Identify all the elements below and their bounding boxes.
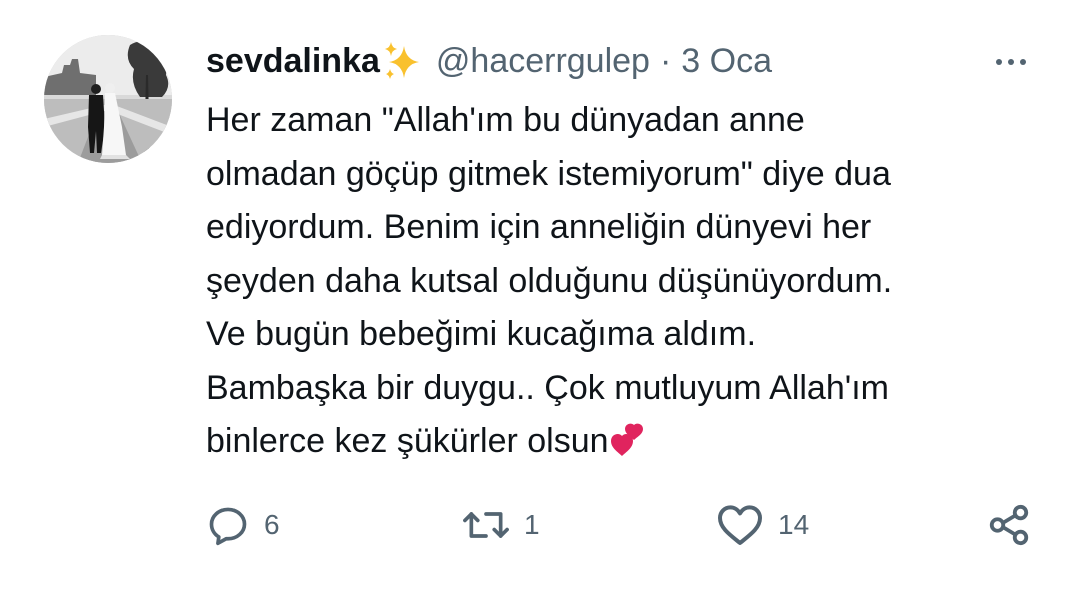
like-count: 14: [778, 509, 810, 540]
heart-icon: [718, 505, 762, 545]
more-icon-dot: [996, 59, 1002, 65]
separator-dot: ·: [659, 42, 672, 80]
tweet-text-line: şeyden daha kutsal olduğunu düşünüyordum…: [206, 261, 893, 300]
more-icon-dot: [1020, 59, 1026, 65]
tweet-text-line: olmadan göçüp gitmek istemiyorum" diye d…: [206, 154, 891, 193]
sparkles-icon: [384, 42, 419, 79]
tweet-text-line-last: binlerce kez şükürler olsun: [206, 415, 1046, 469]
tweet-text-line: Bambaşka bir duygu.. Çok mutluyum Allah'…: [206, 368, 890, 407]
two-hearts-icon: [610, 423, 643, 456]
more-options-button[interactable]: [988, 50, 1034, 74]
reply-icon: [209, 507, 247, 546]
tweet-text-line: binlerce kez şükürler olsun: [206, 422, 609, 460]
like-button[interactable]: 14: [716, 500, 809, 550]
tweet-text-line: ediyordum. Benim için anneliğin dünyevi …: [206, 208, 872, 246]
reply-button[interactable]: 6: [206, 500, 280, 550]
display-name[interactable]: sevdalinka: [206, 38, 380, 84]
more-icon-dot: [1008, 59, 1014, 65]
reply-count: 6: [264, 509, 280, 540]
retweet-button[interactable]: 1: [462, 500, 540, 550]
tweet-header: sevdalinka @hacerrgulep · 3 Oca: [206, 38, 772, 84]
retweet-icon: [463, 512, 509, 538]
share-icon: [989, 504, 1029, 546]
tweet-text-line: Ve bugün bebeğimi kucağıma aldım.: [206, 315, 757, 353]
tweet-text-line: Her zaman "Allah'ım bu dünyadan anne: [206, 101, 805, 139]
share-button[interactable]: [986, 500, 1032, 550]
user-handle[interactable]: @hacerrgulep: [436, 38, 650, 84]
avatar[interactable]: [44, 35, 172, 163]
tweet-text: Her zaman "Allah'ım bu dünyadan anne olm…: [206, 94, 1046, 469]
couple-photo-avatar: [44, 35, 172, 163]
timestamp[interactable]: 3 Oca: [681, 38, 772, 84]
tweet-actions: 6 1 14: [0, 500, 1080, 550]
retweet-count: 1: [524, 509, 540, 540]
